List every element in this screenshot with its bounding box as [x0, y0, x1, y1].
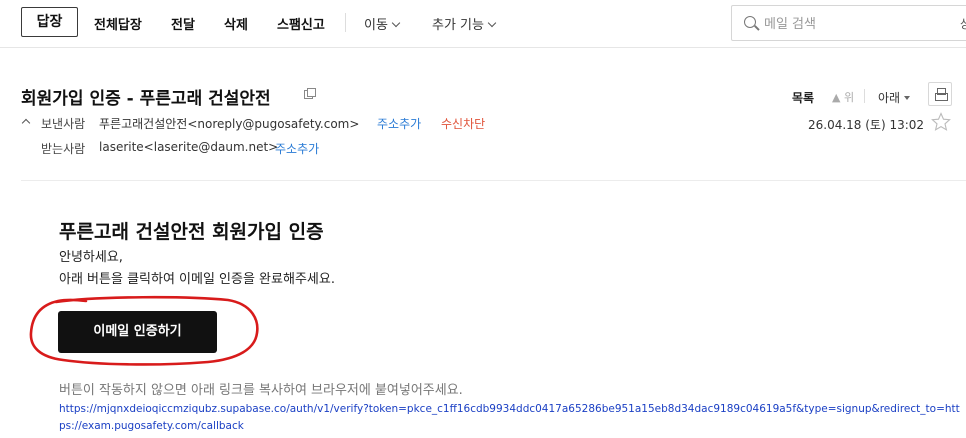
mail-toolbar: 답장 전체답장 전달 삭제 스팸신고 이동 추가 기능 상세	[0, 0, 966, 48]
arrow-down-icon	[904, 96, 911, 100]
mail-subject: 회원가입 인증 - 푸른고래 건설안전	[21, 89, 271, 109]
recipient-label: 받는사람	[41, 142, 86, 156]
move-label: 이동	[364, 18, 388, 33]
more-label: 추가 기능	[432, 18, 484, 33]
next-mail-button[interactable]: 아래	[878, 89, 911, 106]
search-input[interactable]	[764, 14, 934, 34]
chevron-down-icon	[391, 18, 401, 28]
collapse-caret-icon[interactable]	[21, 118, 31, 128]
print-icon	[935, 88, 948, 101]
previous-mail-button[interactable]: ▲ 위	[832, 89, 854, 105]
previous-label: 위	[843, 91, 855, 104]
print-button[interactable]	[928, 82, 952, 106]
verification-link[interactable]: https://mjqnxdeioqiccmziqubz.supabase.co…	[59, 401, 964, 435]
next-label: 아래	[878, 91, 901, 105]
block-sender-link[interactable]: 수신차단	[441, 115, 485, 132]
detail-search-link[interactable]: 상세	[960, 15, 966, 32]
greeting-text: 안녕하세요,	[59, 250, 123, 265]
list-button[interactable]: 목록	[792, 89, 814, 106]
mail-date: 26.04.18 (토) 13:02	[808, 118, 925, 132]
star-icon[interactable]	[931, 112, 951, 132]
add-contact-link-2[interactable]: 주소추가	[275, 140, 319, 157]
body-heading: 푸른고래 건설안전 회원가입 인증	[59, 221, 324, 243]
recipient-address[interactable]: laserite<laserite@daum.net>	[99, 140, 278, 154]
delete-button[interactable]: 삭제	[224, 14, 248, 33]
more-functions-dropdown[interactable]: 추가 기능	[432, 14, 497, 33]
search-icon[interactable]	[744, 16, 756, 28]
sender-label: 보낸사람	[41, 117, 86, 131]
reply-button[interactable]: 답장	[21, 7, 78, 37]
fallback-instruction: 버튼이 작동하지 않으면 아래 링크를 복사하여 브라우저에 붙여넣어주세요.	[59, 383, 463, 398]
verify-email-button[interactable]: 이메일 인증하기	[58, 311, 217, 353]
sender-address[interactable]: 푸른고래건설안전<noreply@pugosafety.com>	[99, 115, 359, 132]
move-dropdown[interactable]: 이동	[364, 14, 401, 33]
copy-icon[interactable]	[304, 88, 316, 99]
spam-report-button[interactable]: 스팸신고	[277, 14, 325, 33]
forward-button[interactable]: 전달	[171, 14, 195, 33]
toolbar-divider	[345, 13, 346, 32]
nav-divider	[864, 89, 865, 103]
arrow-up-icon: ▲	[832, 91, 844, 104]
add-contact-link[interactable]: 주소추가	[377, 115, 421, 132]
chevron-down-icon	[487, 18, 497, 28]
mail-search-box: 상세	[731, 5, 966, 41]
reply-all-button[interactable]: 전체답장	[94, 14, 142, 33]
header-divider	[21, 180, 966, 181]
instruction-text: 아래 버튼을 클릭하여 이메일 인증을 완료해주세요.	[59, 272, 335, 287]
